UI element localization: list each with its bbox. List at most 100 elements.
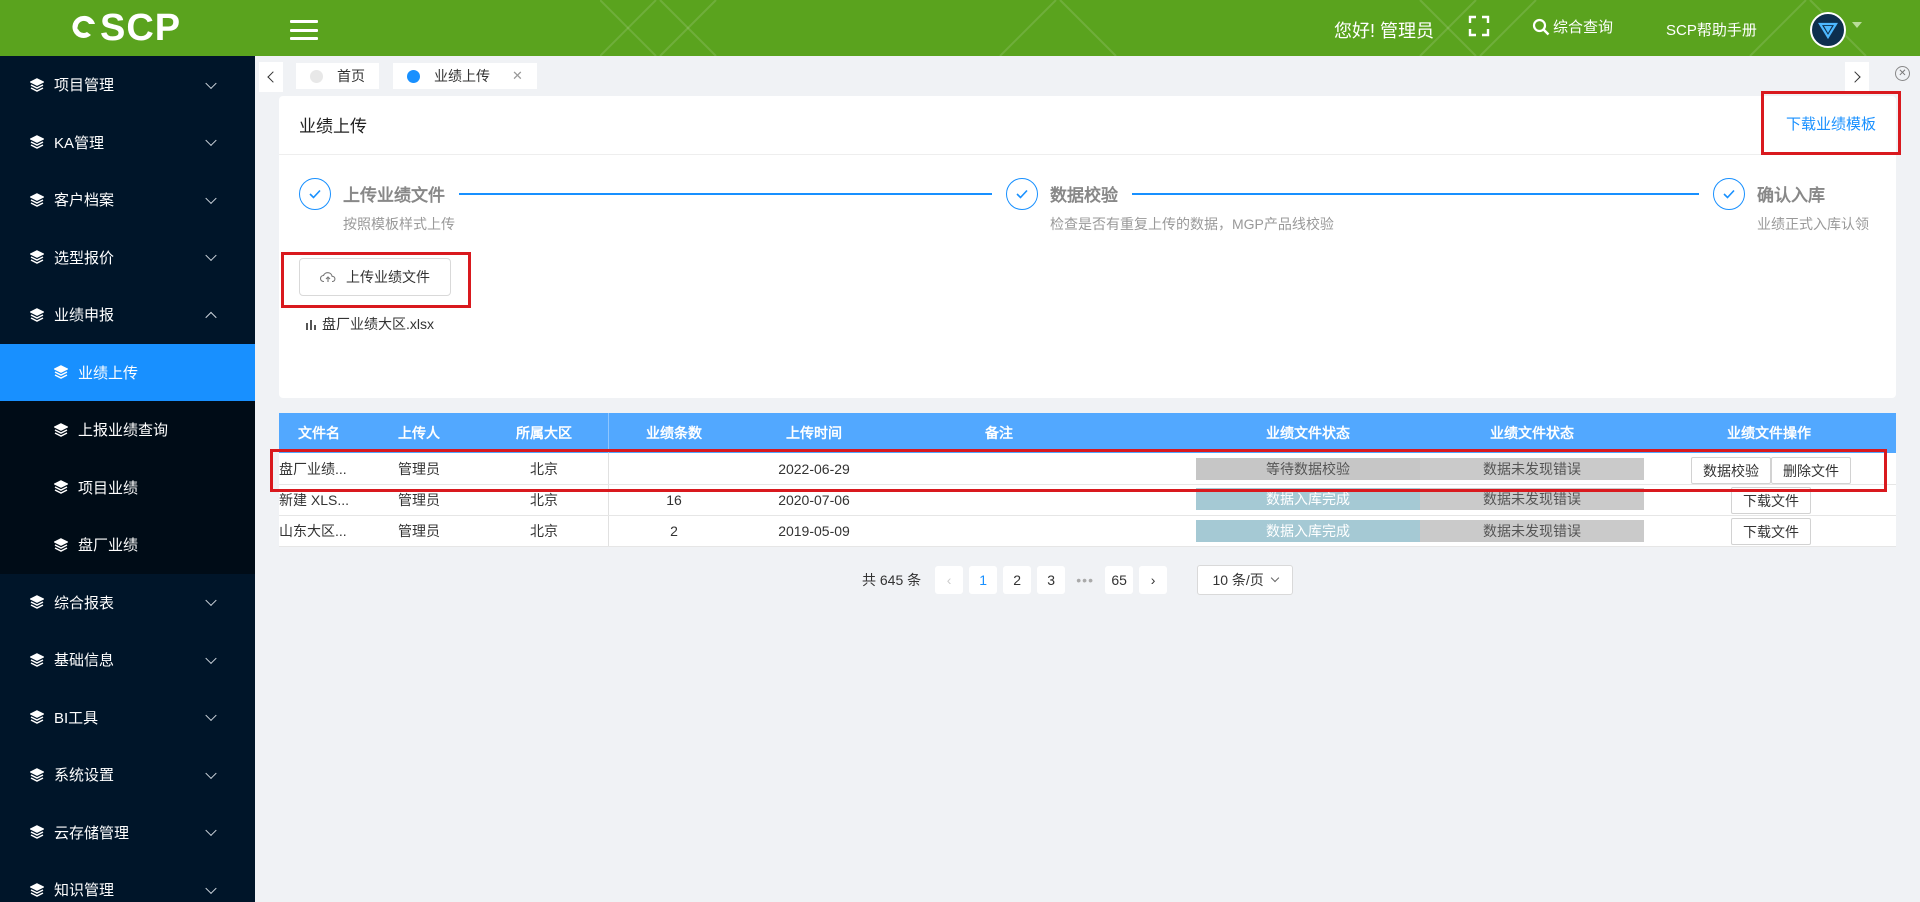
tab-label: 首页 — [337, 68, 365, 84]
cell-file-name: 新建 XLS... — [279, 492, 350, 508]
sidebar-item-performance-report[interactable]: 业绩申报 — [0, 286, 255, 344]
column-header[interactable]: 业绩文件状态 — [1420, 413, 1644, 453]
menu-toggle-icon[interactable] — [290, 20, 318, 40]
validate-data-button[interactable]: 数据校验 — [1691, 457, 1771, 484]
tab-performance-upload[interactable]: 业绩上传 ✕ — [393, 63, 537, 89]
column-header[interactable]: 业绩文件操作 — [1669, 413, 1869, 453]
layers-icon — [30, 77, 44, 92]
page-size-select[interactable]: 10 条/页 — [1197, 565, 1294, 595]
sidebar-item-reports[interactable]: 综合报表 — [0, 574, 255, 632]
chevron-down-icon — [205, 134, 217, 147]
tab-home[interactable]: 首页 — [296, 63, 379, 89]
page-button[interactable]: 3 — [1037, 566, 1066, 594]
download-file-button[interactable]: 下载文件 — [1731, 518, 1811, 545]
top-header: SCP 您好! 管理员 综合查询 SCP帮助手册 — [0, 0, 1920, 56]
download-file-button[interactable]: 下载文件 — [1731, 487, 1811, 514]
sidebar-item-label: 上报业绩查询 — [78, 422, 169, 440]
sidebar-item-quotation[interactable]: 选型报价 — [0, 229, 255, 287]
column-header[interactable]: 上传人 — [384, 413, 454, 453]
step-connector — [1132, 193, 1699, 195]
user-avatar[interactable] — [1810, 12, 1846, 48]
tabs-scroll-right-icon[interactable] — [1845, 62, 1869, 92]
cell-note — [919, 516, 1079, 546]
user-menu-caret-icon[interactable] — [1852, 22, 1862, 28]
column-header[interactable]: 备注 — [919, 413, 1079, 453]
layers-icon — [54, 480, 68, 495]
sidebar-item-reported-query[interactable]: 上报业绩查询 — [0, 401, 255, 459]
help-manual-link[interactable]: SCP帮助手册 — [1666, 19, 1757, 40]
cell-count — [619, 453, 729, 484]
status-badge: 数据入库完成 — [1196, 488, 1420, 510]
layers-icon — [30, 825, 44, 840]
column-header[interactable]: 上传时间 — [739, 413, 889, 453]
pagination-total: 共 645 条 — [862, 572, 922, 588]
step-title: 上传业绩文件 — [343, 186, 445, 205]
cell-count: 2 — [670, 523, 678, 539]
column-header[interactable]: 所属大区 — [489, 413, 599, 453]
user-greeting: 您好! 管理员 — [1334, 21, 1435, 41]
tabs-scroll-left-icon[interactable] — [259, 62, 283, 92]
sidebar-item-performance-upload[interactable]: 业绩上传 — [0, 343, 255, 401]
cell-file-name: 山东大区... — [279, 523, 347, 539]
sidebar-item-bi-tools[interactable]: BI工具 — [0, 689, 255, 747]
sidebar-item-panel-factory-performance[interactable]: 盘厂业绩 — [0, 516, 255, 574]
tab-label: 业绩上传 — [434, 68, 490, 84]
fullscreen-icon[interactable] — [1468, 15, 1490, 37]
step-desc: 按照模板样式上传 — [343, 216, 455, 232]
cell-upload-time: 2020-07-06 — [778, 492, 850, 508]
avatar-logo-icon — [1818, 22, 1838, 40]
table-row[interactable]: 新建 XLS... 管理员 北京 16 2020-07-06 数据入库完成 数据… — [279, 485, 1896, 516]
prev-page-icon[interactable]: ‹ — [935, 566, 964, 594]
chevron-down-icon — [205, 192, 217, 204]
layers-icon — [30, 652, 44, 667]
column-header[interactable]: 文件名 — [279, 413, 359, 453]
column-divider — [608, 485, 609, 515]
sidebar-item-ka-management[interactable]: KA管理 — [0, 114, 255, 172]
page-button[interactable]: 1 — [969, 566, 998, 594]
layers-icon — [54, 422, 68, 437]
column-divider — [608, 516, 609, 546]
cell-upload-time: 2022-06-29 — [778, 460, 850, 477]
tabs-bar: 首页 业绩上传 ✕ ✕ — [255, 56, 1920, 92]
page-button[interactable]: 2 — [1003, 566, 1032, 594]
sidebar-item-cloud-storage[interactable]: 云存储管理 — [0, 804, 255, 862]
upload-file-button-label: 上传业绩文件 — [346, 269, 430, 285]
table-header: 文件名 上传人 所属大区 业绩条数 上传时间 备注 业绩文件状态 业绩文件状态 … — [279, 413, 1896, 453]
sidebar-item-label: 项目管理 — [54, 77, 115, 95]
download-template-link[interactable]: 下载业绩模板 — [1786, 113, 1876, 134]
status-badge: 数据未发现错误 — [1420, 458, 1644, 480]
table-row[interactable]: 山东大区... 管理员 北京 2 2019-05-09 数据入库完成 数据未发现… — [279, 516, 1896, 547]
chevron-down-icon — [205, 767, 217, 779]
logo-icon — [72, 15, 95, 38]
sidebar-item-knowledge[interactable]: 知识管理 — [0, 861, 255, 902]
app-logo[interactable]: SCP — [68, 6, 181, 50]
sidebar-item-label: 知识管理 — [54, 882, 115, 900]
logo-text: SCP — [100, 7, 182, 49]
chevron-up-icon — [205, 311, 217, 323]
page-ellipsis[interactable]: ••• — [1071, 566, 1099, 594]
sidebar-item-label: 盘厂业绩 — [78, 537, 139, 555]
table-row[interactable]: 盘厂业绩... 管理员 北京 2022-06-29 等待数据校验 数据未发现错误… — [279, 453, 1896, 485]
sidebar-item-system-settings[interactable]: 系统设置 — [0, 746, 255, 804]
column-header[interactable]: 业绩条数 — [619, 413, 729, 453]
global-search-link[interactable]: 综合查询 — [1532, 16, 1613, 37]
page-button[interactable]: 65 — [1105, 566, 1134, 594]
uploaded-file-item[interactable]: 盘厂业绩大区.xlsx — [305, 314, 434, 334]
column-header[interactable]: 业绩文件状态 — [1196, 413, 1420, 453]
close-tab-icon[interactable]: ✕ — [512, 68, 523, 84]
global-search-label: 综合查询 — [1553, 19, 1614, 36]
sidebar-item-basic-info[interactable]: 基础信息 — [0, 631, 255, 689]
sidebar-item-label: 云存储管理 — [54, 824, 130, 842]
chevron-down-icon — [1270, 573, 1280, 583]
sidebar-item-project-performance[interactable]: 项目业绩 — [0, 459, 255, 517]
card-divider — [279, 154, 1896, 155]
sidebar-item-customer-files[interactable]: 客户档案 — [0, 171, 255, 229]
upload-file-button[interactable]: 上传业绩文件 — [299, 258, 451, 296]
next-page-icon[interactable]: › — [1139, 566, 1168, 594]
cell-uploader: 管理员 — [398, 492, 440, 508]
sidebar-item-label: BI工具 — [54, 709, 99, 727]
delete-file-button[interactable]: 删除文件 — [1771, 457, 1851, 484]
status-badge: 数据未发现错误 — [1420, 488, 1644, 510]
sidebar-item-project-management[interactable]: 项目管理 — [0, 56, 255, 114]
close-all-tabs-icon[interactable]: ✕ — [1895, 66, 1910, 81]
